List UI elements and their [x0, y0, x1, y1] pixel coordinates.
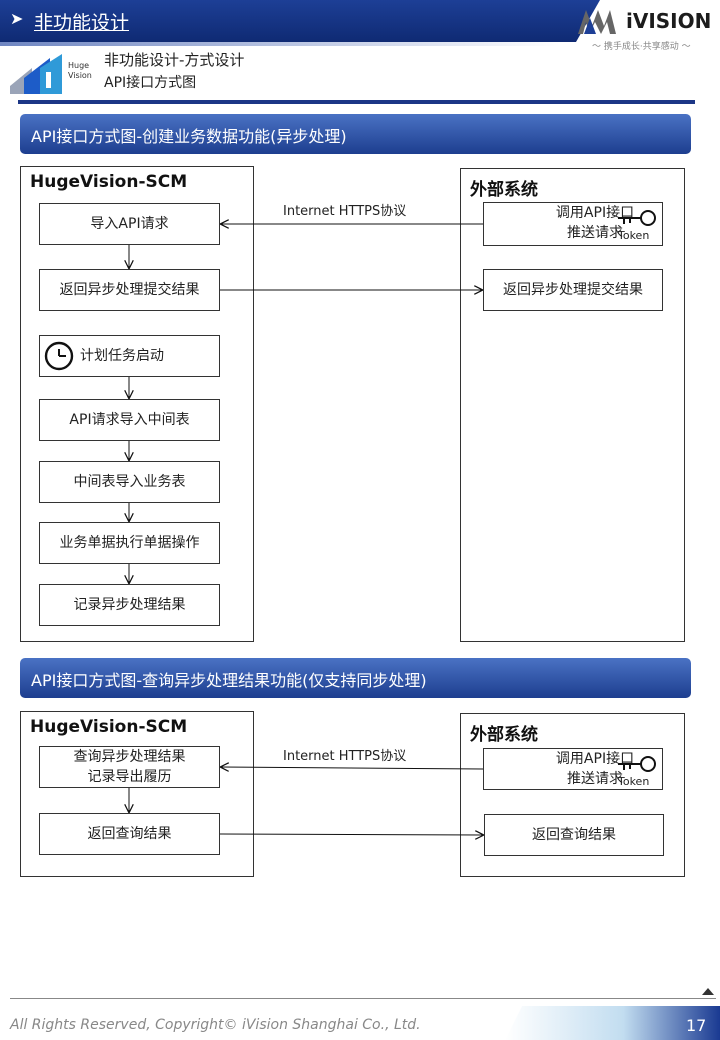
s2-connector-request [221, 767, 484, 769]
page-number: 17 [686, 1016, 707, 1035]
scroll-up-triangle-icon[interactable] [702, 988, 714, 995]
connector-layer [0, 0, 720, 1040]
s2-connector-query-result [219, 834, 483, 835]
footer-divider [10, 998, 716, 999]
footer-copyright: All Rights Reserved, Copyright© iVision … [10, 1017, 421, 1033]
